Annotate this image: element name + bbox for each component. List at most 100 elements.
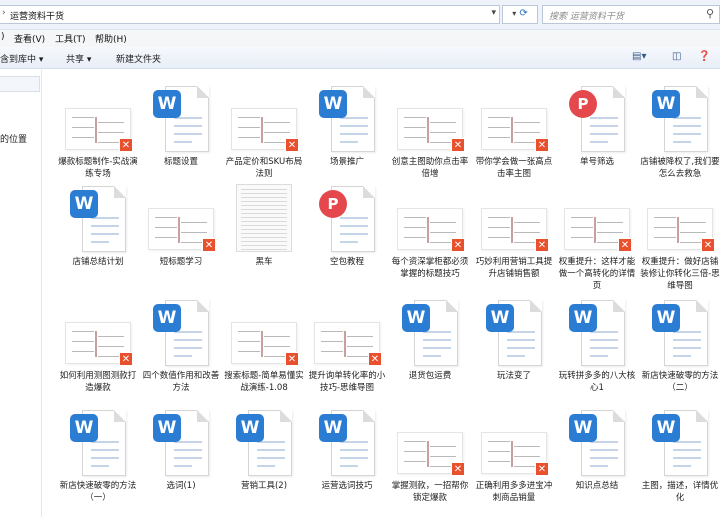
share-button[interactable]: 共享 ▾ [66,52,91,65]
file-name-label: 掌握测款，一招帮你锁定爆款 [391,481,469,503]
chevron-down-icon: ▾ [512,9,517,18]
file-name-label: 玩转拼多多的八大核心1 [558,371,636,393]
preview-pane-icon[interactable]: ◫ [672,51,681,62]
file-name-label: 如何利用测图测款打造爆款 [59,371,137,393]
file-item[interactable]: W 主图，描述，详情优化 [639,402,720,512]
file-item[interactable]: P 单号筛选 [556,78,638,188]
file-item[interactable]: ✕ 正确利用多多进宝冲刺商品销量 [473,402,555,512]
file-item[interactable]: ✕ 带你学会做一张高点击率主图 [473,78,555,188]
file-item[interactable]: ✕ 掌握测款，一招帮你锁定爆款 [389,402,471,512]
file-item[interactable]: W 退货包运费 [389,292,471,402]
file-item[interactable]: ✕ 产品定价和SKU布局法则 [223,78,305,188]
address-bar[interactable]: › 运营资料干货 ▾ [0,5,500,24]
word-document-icon: W [650,82,710,154]
word-document-icon: W [567,296,627,368]
word-document-icon: W [567,406,627,478]
file-item[interactable]: W 营销工具(2) [223,402,305,512]
file-name-label: 退货包运费 [408,371,452,381]
file-item[interactable]: W 标题设置 [140,78,222,188]
file-item[interactable]: W 玩法变了 [473,292,555,402]
file-name-label: 空包教程 [329,257,364,267]
file-item[interactable]: P 空包教程 [306,178,388,288]
word-document-icon: W [317,406,377,478]
mindmap-thumbnail-icon: ✕ [148,208,216,252]
file-item[interactable]: ✕ 提升询单转化率的小技巧-思维导图 [306,292,388,402]
file-item[interactable]: W 新店快速破零的方法（二） [639,292,720,402]
file-name-label: 主图，描述，详情优化 [641,481,719,503]
nav-item-location[interactable]: 的位置 [0,132,27,145]
mindmap-thumbnail-icon: ✕ [481,208,549,252]
chevron-down-icon[interactable]: ▾ [491,8,496,18]
file-item[interactable]: ✕ 巧妙利用营销工具提升店铺销售额 [473,178,555,288]
menu-item-edit[interactable]: ) [1,32,5,42]
file-name-label: 店铺总结计划 [72,257,124,267]
file-name-label: 权重提升：做好店铺装修让你转化三倍-思维导图 [640,257,720,291]
file-item[interactable]: ✕ 搜索标题-简单易懂实战演练-1.08 [223,292,305,402]
search-placeholder: 搜索 运营资料干货 [549,12,624,22]
breadcrumb-current-folder[interactable]: 运营资料干货 [10,9,64,22]
word-document-icon: W [68,182,128,254]
file-item[interactable]: ✕ 每个资深掌柜都必须掌握的标题技巧 [389,178,471,288]
file-name-label: 爆款标题制作-实战演练专场 [58,157,138,179]
file-item[interactable]: ✕ 短标题学习 [140,178,222,288]
nav-favorites-header[interactable] [0,76,40,92]
command-bar: 含到库中 ▾ 共享 ▾ 新建文件夹 ▤▾ ◫ ❓ [0,47,720,69]
file-item[interactable]: W 场景推广 [306,78,388,188]
file-name-label: 创意主图助你点击率倍增 [391,157,469,179]
word-document-icon: W [234,406,294,478]
menu-bar: ) 查看(V) 工具(T) 帮助(H) [0,30,720,47]
file-item[interactable]: W 店铺被降权了,我们要怎么去救急 [639,78,720,188]
menu-item-help[interactable]: 帮助(H) [95,32,127,45]
file-name-label: 新店快速破零的方法（一） [59,481,137,503]
file-item[interactable]: ✕ 创意主图助你点击率倍增 [389,78,471,188]
mindmap-thumbnail-icon: ✕ [231,322,299,366]
search-icon[interactable]: ⚲ [706,7,714,20]
file-name-label: 短标题学习 [159,257,203,267]
search-box[interactable]: 搜索 运营资料干货 ⚲ [542,5,720,24]
mindmap-thumbnail-icon: ✕ [231,108,299,152]
menu-item-view[interactable]: 查看(V) [14,32,45,45]
pdf-document-icon: P [317,182,377,254]
mindmap-thumbnail-icon: ✕ [481,108,549,152]
mindmap-thumbnail-icon: ✕ [314,322,382,366]
file-name-label: 四个数值作用和改善方法 [142,371,220,393]
file-name-label: 每个资深掌柜都必须掌握的标题技巧 [391,257,469,279]
file-name-label: 提升询单转化率的小技巧-思维导图 [308,371,386,393]
mindmap-thumbnail-icon: ✕ [564,208,632,252]
menu-item-tools[interactable]: 工具(T) [55,32,86,45]
refresh-button[interactable]: ▾ ⟳ [502,5,538,24]
help-icon[interactable]: ❓ [698,51,710,62]
file-item[interactable]: W 四个数值作用和改善方法 [140,292,222,402]
new-folder-button[interactable]: 新建文件夹 [116,52,161,65]
word-document-icon: W [650,296,710,368]
file-grid: ✕ 爆款标题制作-实战演练专场 W 标题设置 ✕ 产品定价和SKU布局法则 W 场景推广 ✕ 创意… [43,70,720,517]
word-document-icon: W [317,82,377,154]
word-document-icon: W [151,296,211,368]
word-document-icon: W [400,296,460,368]
file-item[interactable]: W 选词(1) [140,402,222,512]
word-document-icon: W [151,82,211,154]
include-in-library-button[interactable]: 含到库中 ▾ [0,52,43,65]
file-item[interactable]: W 运营选词技巧 [306,402,388,512]
file-item[interactable]: W 玩转拼多多的八大核心1 [556,292,638,402]
view-options-icon[interactable]: ▤▾ [632,51,646,62]
file-item[interactable]: ✕ 如何利用测图测款打造爆款 [57,292,139,402]
file-name-label: 黑车 [255,257,273,267]
file-item[interactable]: ✕ 权重提升：做好店铺装修让你转化三倍-思维导图 [639,178,720,291]
file-item[interactable]: W 知识点总结 [556,402,638,512]
word-document-icon: W [151,406,211,478]
file-item[interactable]: ✕ 爆款标题制作-实战演练专场 [57,78,139,188]
file-name-label: 选词(1) [166,481,196,491]
file-name-label: 新店快速破零的方法（二） [641,371,719,393]
mindmap-thumbnail-icon: ✕ [65,108,133,152]
file-item[interactable]: W 新店快速破零的方法（一） [57,402,139,512]
mindmap-thumbnail-icon: ✕ [647,208,715,252]
file-name-label: 店铺被降权了,我们要怎么去救急 [640,157,720,179]
file-item[interactable]: 黑车 [223,178,305,288]
mindmap-thumbnail-icon: ✕ [397,432,465,476]
breadcrumb-separator-icon: › [2,8,6,18]
file-name-label: 产品定价和SKU布局法则 [225,157,303,179]
file-name-label: 玩法变了 [496,371,531,381]
file-item[interactable]: W 店铺总结计划 [57,178,139,288]
file-item[interactable]: ✕ 权重提升：这样才能做一个高转化的详情页 [556,178,638,291]
